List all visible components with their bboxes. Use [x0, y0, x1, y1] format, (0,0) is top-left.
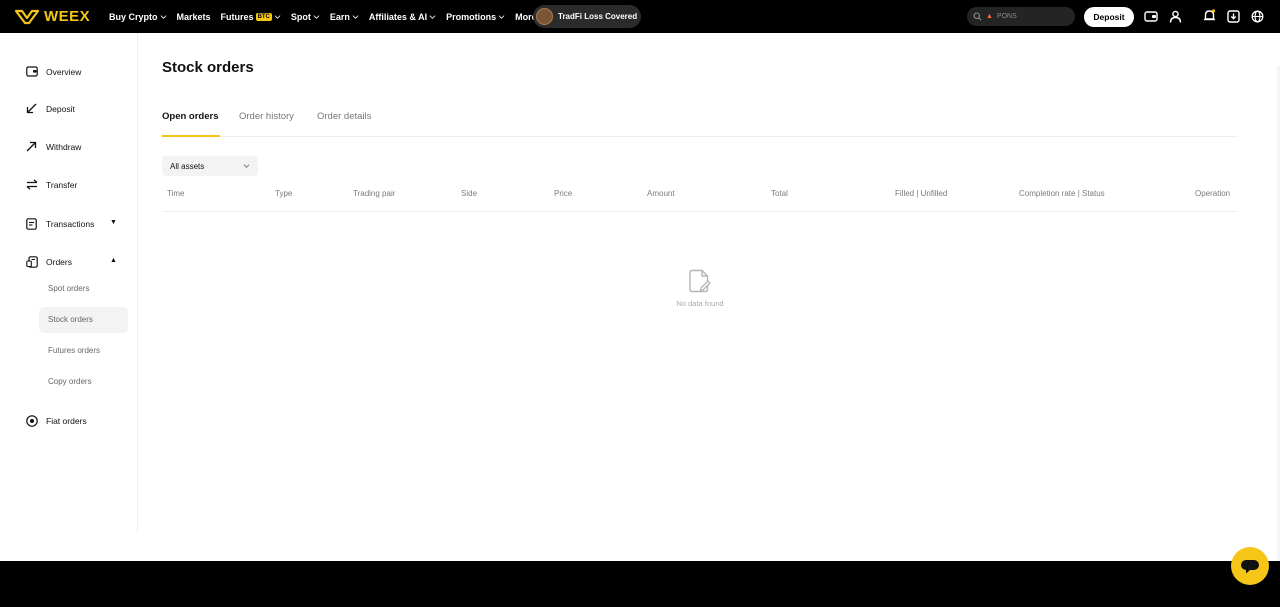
- search-icon: [973, 12, 982, 21]
- chevron-down-icon: [498, 15, 505, 19]
- column-header: Price: [554, 189, 573, 198]
- nav-label: Affiliates & AI: [368, 11, 428, 22]
- sidebar-item-transactions[interactable]: Transactions: [25, 217, 94, 230]
- empty-state-text: No data found: [676, 299, 724, 308]
- active-tab-indicator: [162, 135, 220, 137]
- empty-document-icon: [689, 269, 711, 293]
- sidebar-item-label: Transactions: [46, 218, 95, 229]
- weex-logo-icon: [14, 9, 40, 24]
- nav-affiliates[interactable]: Affiliates & AI: [369, 12, 436, 22]
- sidebar-subitem-futures-orders[interactable]: Futures orders: [48, 346, 100, 355]
- download-icon[interactable]: [1226, 9, 1240, 23]
- column-header: Trading pair: [353, 189, 396, 198]
- nav-label: Promotions: [446, 11, 497, 22]
- wallet-icon[interactable]: [1144, 9, 1158, 23]
- user-icon[interactable]: [1168, 9, 1182, 23]
- search-placeholder: PONS: [996, 13, 1017, 20]
- sidebar: Overview Deposit Withdraw Transfer Trans…: [0, 33, 138, 533]
- column-header: Type: [275, 189, 293, 198]
- nav-label: Earn: [329, 11, 350, 22]
- nav-promotions[interactable]: Promotions: [446, 12, 505, 22]
- orders-icon: [25, 255, 38, 268]
- sidebar-item-label: Deposit: [46, 103, 75, 114]
- page-title: Stock orders: [162, 59, 254, 76]
- globe-icon[interactable]: [1250, 9, 1264, 23]
- wallet-icon: [25, 65, 38, 78]
- page-content: Overview Deposit Withdraw Transfer Trans…: [0, 33, 1280, 594]
- nav-buy-crypto[interactable]: Buy Crypto: [109, 12, 167, 22]
- sidebar-item-label: Withdraw: [46, 141, 82, 152]
- sidebar-subitem-copy-orders[interactable]: Copy orders: [48, 377, 92, 386]
- main-nav: Buy Crypto Markets Futures BTC Spot Earn …: [109, 0, 556, 33]
- chevron-down-icon: [160, 15, 166, 19]
- chevron-down-icon: [429, 15, 436, 19]
- chevron-down-icon: [243, 164, 250, 168]
- sidebar-item-withdraw[interactable]: Withdraw: [25, 140, 81, 153]
- tab-order-details[interactable]: Order details: [317, 111, 371, 122]
- bell-icon[interactable]: [1202, 9, 1216, 23]
- promo-label: TradFi Loss Covered: [558, 12, 638, 21]
- sidebar-item-overview[interactable]: Overview: [25, 65, 81, 78]
- chevron-down-icon: [313, 15, 320, 19]
- sidebar-item-label: Fiat orders: [46, 415, 87, 426]
- sidebar-item-orders[interactable]: Orders: [25, 255, 72, 268]
- search-input[interactable]: ▲ PONS: [967, 7, 1075, 26]
- nav-spot[interactable]: Spot: [291, 12, 320, 22]
- empty-state: No data found: [640, 269, 760, 308]
- nav-label: Spot: [290, 11, 311, 22]
- fire-icon: ▲: [986, 13, 993, 20]
- nav-label: Buy Crypto: [109, 11, 158, 22]
- nav-futures[interactable]: Futures BTC: [221, 12, 281, 22]
- sidebar-item-fiat-orders[interactable]: Fiat orders: [25, 414, 87, 427]
- arrow-down-left-icon: [25, 102, 38, 115]
- column-header: Amount: [647, 189, 675, 198]
- sidebar-subitem-spot-orders[interactable]: Spot orders: [48, 284, 89, 293]
- order-tabs: Open orders Order history Order details: [162, 111, 1238, 137]
- promo-avatar: [536, 8, 553, 25]
- futures-badge: BTC: [255, 12, 272, 21]
- document-icon: [25, 217, 38, 230]
- nav-markets[interactable]: Markets: [177, 12, 211, 22]
- chat-icon: [1241, 560, 1259, 574]
- orders-table-header: Time Type Trading pair Side Price Amount…: [162, 183, 1238, 212]
- tradfi-promo-pill[interactable]: TradFi Loss Covered: [533, 5, 641, 28]
- brand-name: WEEX: [44, 8, 91, 25]
- chevron-down-icon: [274, 15, 281, 19]
- sidebar-item-label: Overview: [46, 66, 82, 77]
- tab-open-orders[interactable]: Open orders: [162, 111, 219, 122]
- nav-label: Futures: [220, 11, 254, 22]
- column-header: Side: [461, 189, 478, 198]
- column-header: Completion rate | Status: [1019, 189, 1105, 198]
- column-header: Filled | Unfilled: [895, 189, 948, 198]
- deposit-button[interactable]: Deposit: [1084, 7, 1134, 27]
- fiat-icon: [25, 414, 38, 427]
- asset-filter-select[interactable]: All assets: [162, 156, 258, 176]
- tab-order-history[interactable]: Order history: [239, 111, 294, 122]
- support-chat-button[interactable]: [1231, 547, 1269, 585]
- chevron-down-icon: [352, 15, 359, 19]
- column-header: Operation: [1195, 189, 1231, 198]
- column-header: Total: [771, 189, 788, 198]
- caret-up-icon[interactable]: ▲: [110, 257, 117, 264]
- nav-label: Markets: [176, 11, 211, 22]
- sidebar-item-transfer[interactable]: Transfer: [25, 178, 77, 191]
- sidebar-item-label: Transfer: [46, 179, 78, 190]
- sidebar-item-label: Orders: [46, 256, 72, 267]
- arrow-up-right-icon: [25, 140, 38, 153]
- transfer-icon: [25, 178, 38, 191]
- nav-earn[interactable]: Earn: [330, 12, 359, 22]
- footer-strip: [0, 561, 1280, 607]
- caret-down-icon[interactable]: ▼: [110, 219, 117, 226]
- sidebar-item-deposit[interactable]: Deposit: [25, 102, 75, 115]
- sidebar-subitem-stock-orders[interactable]: Stock orders: [48, 315, 93, 324]
- weex-logo[interactable]: WEEX: [14, 8, 90, 25]
- asset-filter-value: All assets: [170, 161, 205, 171]
- column-header: Time: [167, 189, 185, 198]
- top-navigation-bar: WEEX Buy Crypto Markets Futures BTC Spot …: [0, 0, 1280, 33]
